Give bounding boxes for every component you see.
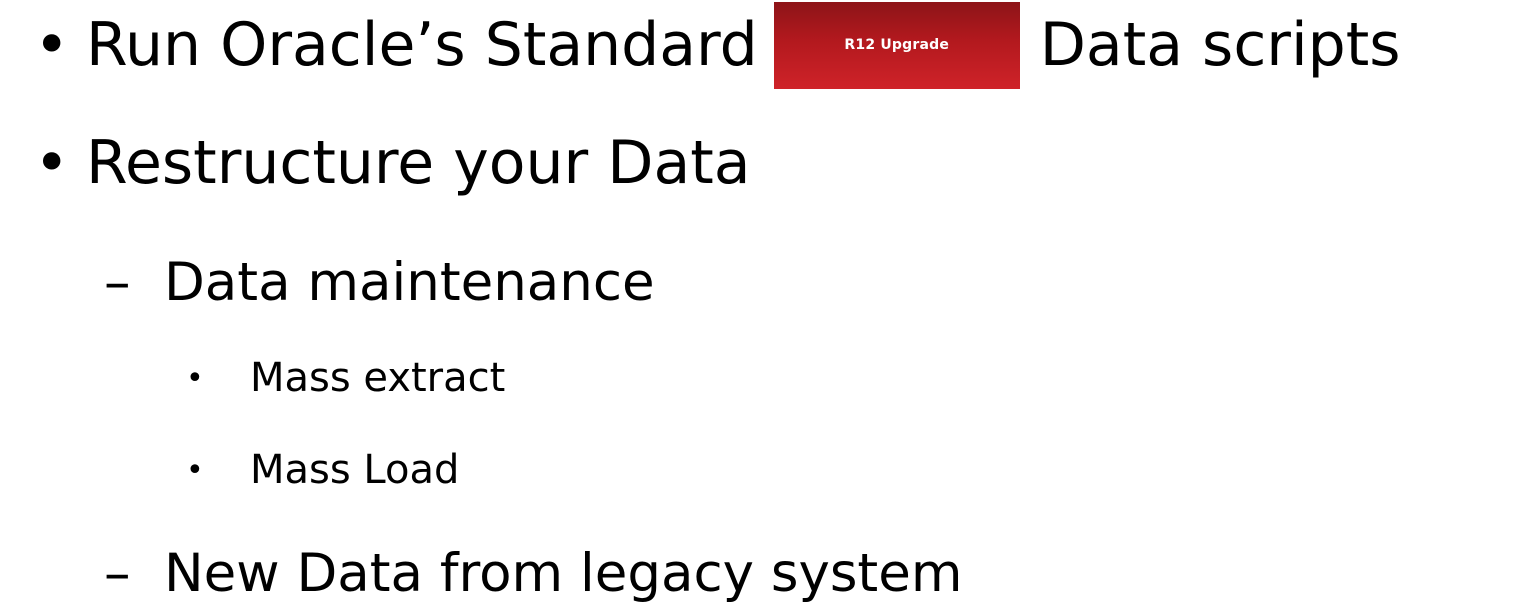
bullet-restructure-data: • Restructure your Data <box>34 118 751 208</box>
bullet-marker: • <box>34 10 70 80</box>
r12-upgrade-badge: R12 Upgrade <box>773 1 1020 89</box>
dash-marker: – <box>104 542 131 604</box>
bullet-marker: • <box>186 360 204 396</box>
dash-marker: – <box>104 251 131 313</box>
bullet-marker: • <box>34 128 70 198</box>
sub-bullet-text: Data maintenance <box>164 251 655 313</box>
bullet-text: Restructure your Data <box>86 128 751 198</box>
bullet-marker: • <box>186 452 204 488</box>
sub-sub-bullet-text: Mass Load <box>250 447 460 493</box>
sub-bullet-data-maintenance: – Data maintenance <box>104 242 655 322</box>
sub-sub-bullet-mass-extract: • Mass extract <box>186 348 505 408</box>
sub-bullet-new-data-legacy: – New Data from legacy system <box>104 533 962 613</box>
sub-sub-bullet-mass-load: • Mass Load <box>186 440 459 500</box>
bullet-text-after: Data scripts <box>1039 10 1401 80</box>
bullet-text-before: Run Oracle’s Standard <box>86 10 758 80</box>
sub-sub-bullet-text: Mass extract <box>250 355 506 401</box>
sub-bullet-text: New Data from legacy system <box>164 542 963 604</box>
bullet-run-oracle-scripts: • Run Oracle’s Standard R12 Upgrade Data… <box>34 0 1401 90</box>
